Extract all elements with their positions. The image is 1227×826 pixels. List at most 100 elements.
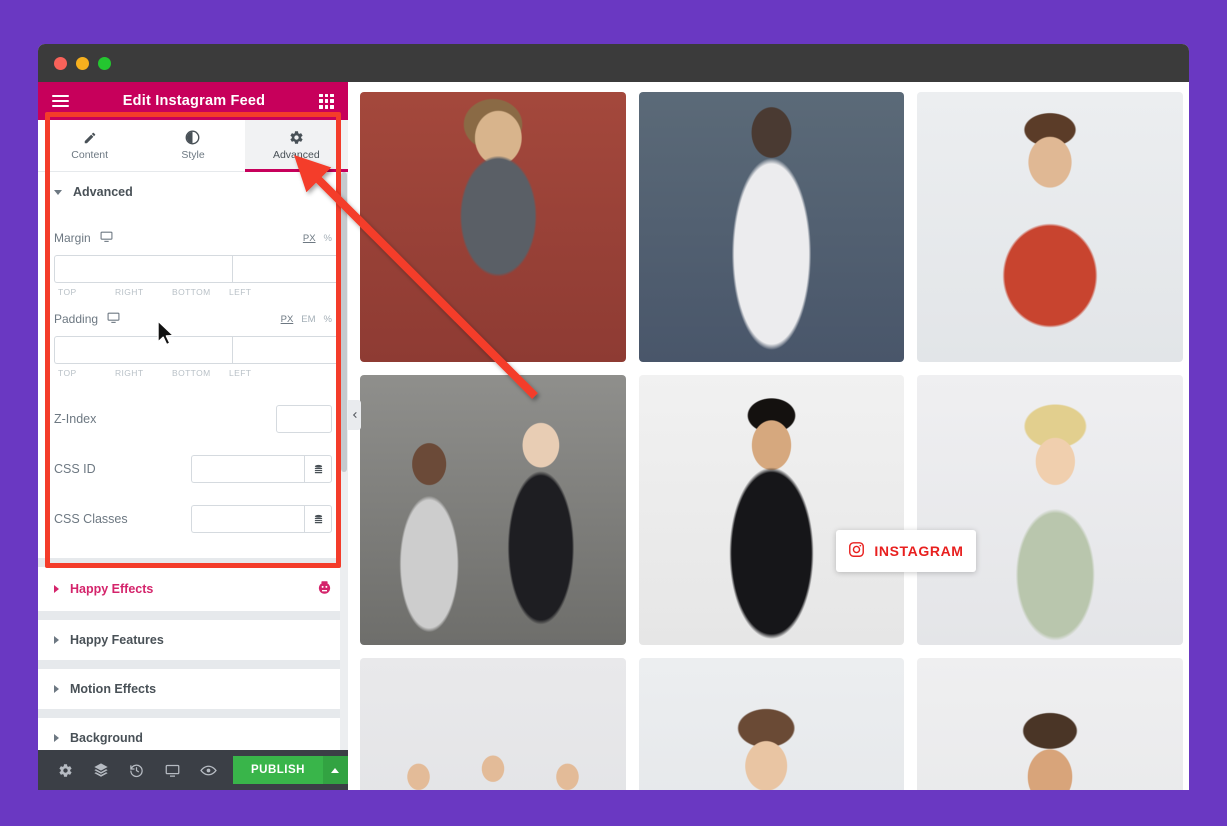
css-id-row: CSS ID — [54, 444, 332, 494]
window-titlebar — [38, 44, 1189, 82]
section-advanced-header[interactable]: Advanced — [38, 172, 348, 212]
margin-caption-left: LEFT — [229, 287, 252, 297]
hamburger-icon[interactable] — [52, 95, 69, 107]
chevron-right-icon — [54, 734, 59, 742]
section-happy-features-label: Happy Features — [70, 633, 164, 647]
window-minimize-button[interactable] — [76, 56, 89, 70]
section-happy-features[interactable]: Happy Features — [38, 620, 348, 660]
margin-caption-spacer — [282, 287, 332, 297]
section-background-label: Background — [70, 731, 143, 745]
chevron-right-icon — [54, 685, 59, 693]
instagram-tile[interactable] — [638, 92, 905, 362]
css-classes-row: CSS Classes — [54, 494, 332, 544]
chevron-left-icon — [352, 411, 357, 419]
preview-eye-icon[interactable] — [190, 750, 226, 790]
instagram-feed-preview: INSTAGRAM — [348, 82, 1189, 790]
padding-caption-left: LEFT — [229, 368, 252, 378]
navigator-layers-icon[interactable] — [84, 750, 120, 790]
padding-caption-right: RIGHT — [115, 368, 144, 378]
z-index-input[interactable] — [276, 405, 332, 433]
instagram-tile[interactable] — [917, 92, 1183, 362]
margin-label: Margin — [54, 231, 91, 245]
panel-collapse-handle[interactable] — [348, 400, 361, 430]
padding-caption-spacer — [282, 368, 332, 378]
margin-unit-px[interactable]: PX — [303, 233, 316, 244]
css-classes-field-group — [191, 505, 332, 533]
tab-style-label: Style — [181, 149, 205, 161]
elementor-editor-panel: Edit Instagram Feed Content Style Advanc… — [38, 82, 361, 790]
panel-tabs: Content Style Advanced — [38, 120, 349, 172]
instagram-grid — [354, 92, 1189, 790]
history-revisions-icon[interactable] — [119, 750, 155, 790]
margin-unit-percent[interactable]: % — [324, 233, 332, 244]
instagram-badge-label: INSTAGRAM — [874, 543, 964, 559]
padding-inputs — [54, 336, 348, 364]
padding-caption-bottom: BOTTOM — [172, 368, 211, 378]
padding-unit-px[interactable]: PX — [281, 314, 294, 325]
section-divider — [38, 558, 348, 567]
instagram-tile[interactable] — [638, 375, 905, 645]
margin-units: PX % — [303, 233, 332, 244]
z-index-label: Z-Index — [54, 412, 97, 426]
happy-addons-icon — [317, 580, 332, 598]
instagram-tile[interactable] — [360, 658, 626, 790]
instagram-tile[interactable] — [638, 658, 905, 790]
padding-top-input[interactable] — [54, 336, 232, 364]
margin-top-input[interactable] — [54, 255, 232, 283]
contrast-icon — [185, 130, 200, 145]
tab-advanced-label: Advanced — [272, 149, 320, 161]
z-index-row: Z-Index — [54, 394, 332, 444]
advanced-controls: Margin PX % TOP RIGHT BOTTOM LEFT Paddin… — [38, 212, 348, 558]
settings-gear-icon[interactable] — [48, 750, 84, 790]
panel-scroll-area: Advanced Margin PX % TOP RIGHT BOTTOM LE… — [38, 172, 348, 750]
padding-label: Padding — [54, 312, 99, 326]
window-body: Edit Instagram Feed Content Style Advanc… — [38, 82, 1189, 790]
padding-captions: TOP RIGHT BOTTOM LEFT — [54, 368, 332, 378]
tab-content[interactable]: Content — [38, 120, 141, 171]
margin-label-group: Margin — [54, 230, 113, 246]
database-icon[interactable] — [304, 455, 332, 483]
margin-caption-right: RIGHT — [115, 287, 144, 297]
chevron-right-icon — [54, 585, 59, 593]
section-motion-effects[interactable]: Motion Effects — [38, 669, 348, 709]
margin-caption-bottom: BOTTOM — [172, 287, 211, 297]
panel-scrollbar[interactable] — [340, 172, 348, 750]
section-advanced: Advanced Margin PX % TOP RIGHT BOTTOM LE… — [38, 172, 348, 558]
panel-footer: PUBLISH — [38, 750, 348, 790]
responsive-mode-icon[interactable] — [155, 750, 191, 790]
padding-unit-em[interactable]: EM — [301, 314, 315, 325]
panel-header: Edit Instagram Feed — [38, 82, 348, 120]
desktop-icon[interactable] — [100, 230, 113, 246]
instagram-tile[interactable] — [360, 92, 626, 362]
padding-unit-percent[interactable]: % — [324, 314, 332, 325]
section-background[interactable]: Background — [38, 718, 348, 750]
section-happy-effects[interactable]: Happy Effects — [38, 567, 348, 611]
gear-icon — [289, 130, 304, 145]
padding-right-input[interactable] — [232, 336, 348, 364]
pencil-icon — [83, 130, 97, 145]
instagram-icon — [848, 541, 865, 561]
window-maximize-button[interactable] — [98, 56, 111, 70]
css-id-field-group — [191, 455, 332, 483]
instagram-tile[interactable] — [917, 658, 1183, 790]
css-classes-input[interactable] — [191, 505, 304, 533]
padding-units: PX EM % — [281, 314, 332, 325]
window-close-button[interactable] — [54, 56, 67, 70]
instagram-tile[interactable] — [917, 375, 1183, 645]
publish-options-button[interactable] — [322, 756, 348, 784]
database-icon[interactable] — [304, 505, 332, 533]
desktop-icon[interactable] — [107, 311, 120, 327]
css-id-input[interactable] — [191, 455, 304, 483]
tab-style[interactable]: Style — [141, 120, 244, 171]
apps-grid-icon[interactable] — [319, 93, 334, 109]
instagram-badge[interactable]: INSTAGRAM — [836, 530, 976, 572]
publish-button[interactable]: PUBLISH — [232, 756, 323, 784]
padding-label-group: Padding — [54, 311, 120, 327]
chevron-right-icon — [54, 636, 59, 644]
section-divider — [38, 611, 348, 620]
margin-control-row: Margin PX % — [54, 230, 332, 246]
instagram-tile[interactable] — [360, 375, 626, 645]
margin-right-input[interactable] — [232, 255, 348, 283]
tab-advanced[interactable]: Advanced — [244, 120, 349, 172]
margin-captions: TOP RIGHT BOTTOM LEFT — [54, 287, 332, 297]
